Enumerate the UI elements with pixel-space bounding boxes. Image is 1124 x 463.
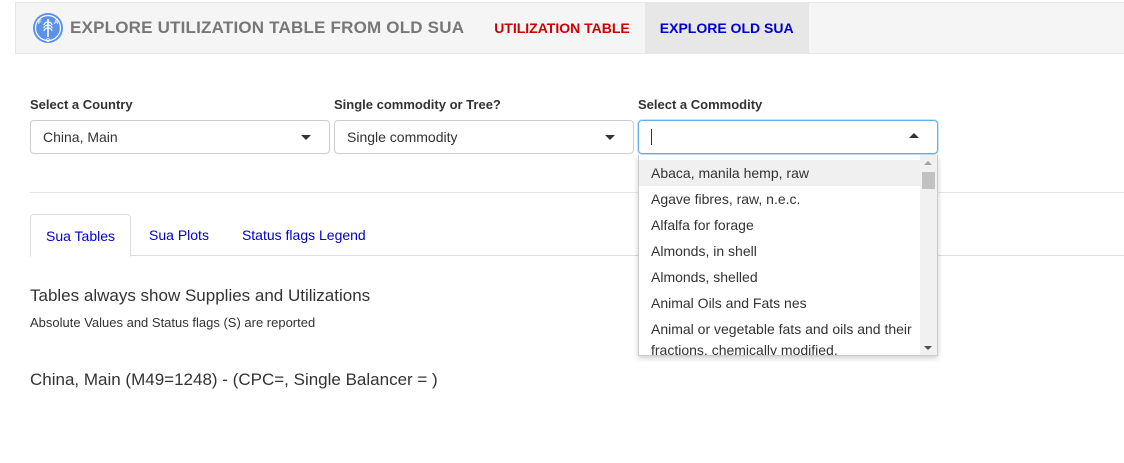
country-control: Select a Country China, Main bbox=[30, 96, 330, 154]
dropdown-option[interactable]: Animal Oils and Fats nes bbox=[639, 290, 937, 316]
svg-text:A: A bbox=[54, 20, 59, 26]
mode-select-value: Single commodity bbox=[347, 129, 458, 145]
text-cursor bbox=[651, 129, 652, 145]
tab-status-flags-legend[interactable]: Status flags Legend bbox=[227, 214, 381, 256]
country-select-value: China, Main bbox=[43, 129, 118, 145]
scroll-up-arrow-icon[interactable] bbox=[924, 161, 932, 165]
nav-tab-explore-old-sua[interactable]: EXPLORE OLD SUA bbox=[644, 3, 809, 53]
dropdown-option[interactable]: Almonds, shelled bbox=[639, 264, 937, 290]
commodity-control: Select a Commodity bbox=[638, 96, 938, 154]
chevron-down-icon bbox=[301, 135, 311, 140]
commodity-dropdown[interactable]: Abaca, manila hemp, raw Agave fibres, ra… bbox=[638, 155, 938, 356]
content-tabs: Sua Tables Sua Plots Status flags Legend bbox=[30, 214, 1124, 257]
scroll-down-arrow-icon[interactable] bbox=[924, 346, 932, 350]
chevron-down-icon bbox=[605, 135, 615, 140]
dropdown-option[interactable]: Almonds, in shell bbox=[639, 238, 937, 264]
nav-tab-utilization-table[interactable]: UTILIZATION TABLE bbox=[479, 3, 645, 53]
content-subtext: Absolute Values and Status flags (S) are… bbox=[30, 315, 316, 330]
dropdown-scrollbar[interactable] bbox=[920, 155, 937, 355]
commodity-label: Select a Commodity bbox=[638, 97, 763, 112]
mode-select[interactable]: Single commodity bbox=[334, 120, 634, 154]
dropdown-option[interactable]: Agave fibres, raw, n.e.c. bbox=[639, 186, 937, 212]
dropdown-option[interactable]: Abaca, manila hemp, raw bbox=[639, 160, 937, 186]
mode-label: Single commodity or Tree? bbox=[334, 97, 501, 112]
chevron-up-icon bbox=[909, 133, 919, 138]
content-heading: Tables always show Supplies and Utilizat… bbox=[30, 286, 371, 305]
scrollbar-thumb[interactable] bbox=[922, 172, 935, 189]
country-summary-line: China, Main (M49=1248) - (CPC=, Single B… bbox=[30, 370, 438, 389]
section-divider bbox=[30, 192, 1124, 193]
app-title: EXPLORE UTILIZATION TABLE FROM OLD SUA bbox=[70, 18, 465, 37]
dropdown-option[interactable]: Animal or vegetable fats and oils and th… bbox=[639, 316, 937, 355]
commodity-select-input[interactable] bbox=[638, 120, 938, 154]
tab-sua-tables[interactable]: Sua Tables bbox=[30, 214, 132, 257]
brand[interactable]: F A O EXPLORE UTILIZATION TABLE FROM OLD… bbox=[16, 3, 464, 53]
country-label: Select a Country bbox=[30, 97, 133, 112]
top-navbar: F A O EXPLORE UTILIZATION TABLE FROM OLD… bbox=[15, 2, 1124, 54]
svg-text:O: O bbox=[46, 38, 50, 44]
mode-control: Single commodity or Tree? Single commodi… bbox=[334, 96, 634, 154]
fao-logo-icon: F A O bbox=[33, 13, 63, 44]
country-select[interactable]: China, Main bbox=[30, 120, 330, 154]
tab-sua-plots[interactable]: Sua Plots bbox=[134, 214, 224, 256]
dropdown-option[interactable]: Alfalfa for forage bbox=[639, 212, 937, 238]
svg-text:F: F bbox=[38, 20, 42, 26]
